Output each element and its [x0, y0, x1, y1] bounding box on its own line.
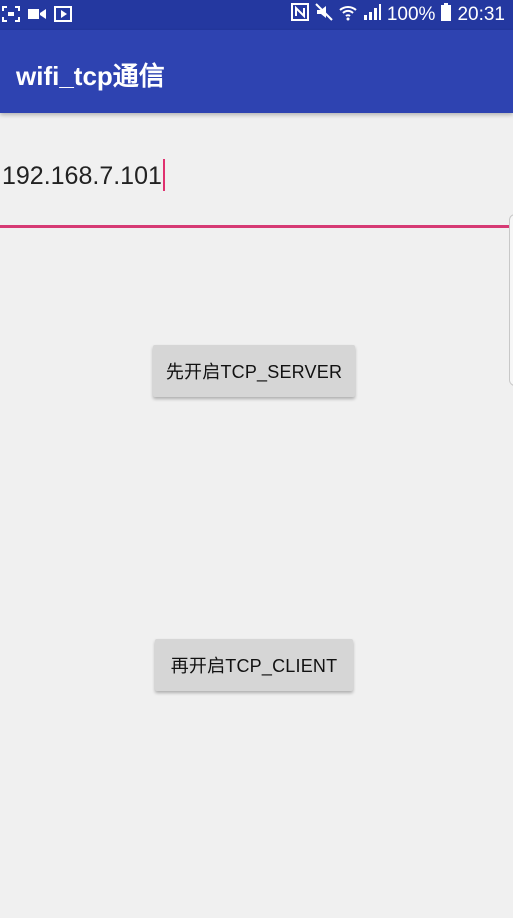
- edge-panel-handle[interactable]: [509, 214, 513, 386]
- ip-address-input[interactable]: 192.168.7.101: [0, 150, 513, 228]
- start-tcp-server-button[interactable]: 先开启TCP_SERVER: [153, 345, 355, 397]
- signal-icon: [363, 3, 381, 27]
- start-tcp-client-button[interactable]: 再开启TCP_CLIENT: [155, 639, 353, 691]
- media-icon: [54, 6, 72, 27]
- nfc-icon: [290, 3, 309, 27]
- wifi-icon: [339, 3, 357, 27]
- app-title: wifi_tcp通信: [16, 61, 165, 91]
- status-bar: 100% 20:31: [0, 0, 513, 30]
- text-cursor: [163, 159, 165, 191]
- status-right-icons: 100% 20:31: [290, 3, 505, 27]
- app-bar: wifi_tcp通信: [0, 30, 513, 113]
- status-left-icons: [2, 6, 72, 27]
- battery-text: 100%: [386, 4, 436, 25]
- input-underline: [0, 225, 513, 228]
- video-icon: [28, 7, 46, 26]
- battery-icon: [441, 3, 452, 27]
- clock: 20:31: [457, 4, 505, 25]
- screenshot-icon: [2, 6, 20, 27]
- mute-icon: [315, 3, 333, 27]
- ip-address-value[interactable]: 192.168.7.101: [2, 162, 162, 191]
